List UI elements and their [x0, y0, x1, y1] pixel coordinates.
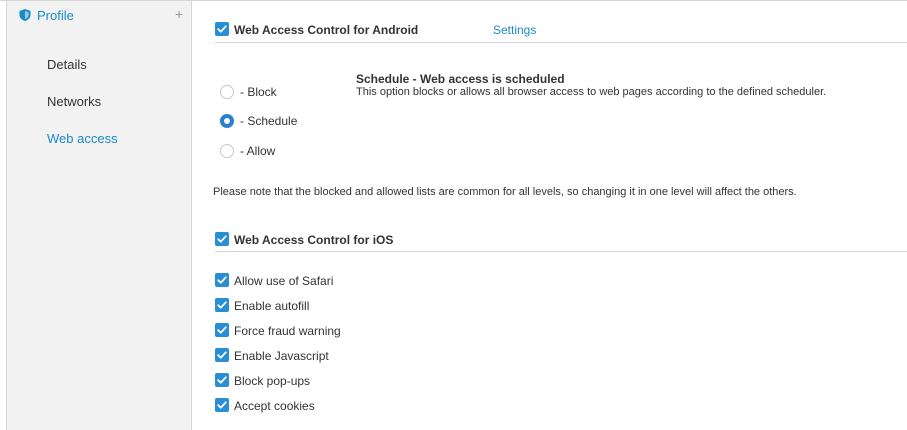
- sidebar-item-web-access[interactable]: Web access: [47, 131, 118, 146]
- allow-radio[interactable]: [220, 144, 234, 158]
- check-icon: [217, 376, 227, 384]
- enable-autofill-label: Enable autofill: [234, 299, 310, 313]
- sidebar-title[interactable]: Profile: [37, 8, 74, 23]
- android-web-access-checkbox[interactable]: [215, 22, 229, 36]
- enable-javascript-label: Enable Javascript: [234, 349, 329, 363]
- block-popups-checkbox[interactable]: [215, 373, 229, 387]
- divider: [215, 251, 907, 252]
- schedule-description: This option blocks or allows all browser…: [356, 86, 827, 98]
- allow-safari-checkbox[interactable]: [215, 273, 229, 287]
- android-section-title: Web Access Control for Android: [234, 23, 419, 37]
- sidebar: Profile + Details Networks Web access: [7, 1, 192, 430]
- force-fraud-warning-checkbox[interactable]: [215, 323, 229, 337]
- check-icon: [217, 301, 227, 309]
- settings-link[interactable]: Settings: [493, 23, 536, 37]
- schedule-radio-label: - Schedule: [240, 114, 298, 128]
- allow-safari-label: Allow use of Safari: [234, 274, 334, 288]
- block-radio-label: - Block: [240, 85, 277, 99]
- shield-icon: [18, 8, 32, 22]
- sidebar-item-details[interactable]: Details: [47, 57, 87, 72]
- check-icon: [217, 25, 227, 33]
- divider: [215, 42, 907, 43]
- force-fraud-warning-label: Force fraud warning: [234, 324, 341, 338]
- sidebar-item-networks[interactable]: Networks: [47, 94, 101, 109]
- enable-javascript-checkbox[interactable]: [215, 348, 229, 362]
- ios-web-access-checkbox[interactable]: [215, 232, 229, 246]
- check-icon: [217, 351, 227, 359]
- block-popups-label: Block pop-ups: [234, 374, 311, 388]
- check-icon: [217, 326, 227, 334]
- check-icon: [217, 401, 227, 409]
- enable-autofill-checkbox[interactable]: [215, 298, 229, 312]
- schedule-radio[interactable]: [220, 114, 234, 128]
- web-access-panel: Profile + Details Networks Web access We…: [0, 0, 907, 430]
- sidebar-header: Profile +: [7, 1, 192, 27]
- shared-lists-note: Please note that the blocked and allowed…: [213, 186, 797, 198]
- main-content: Web Access Control for Android Settings …: [193, 1, 907, 430]
- allow-radio-label: - Allow: [240, 144, 276, 158]
- add-profile-button[interactable]: +: [175, 6, 183, 22]
- accept-cookies-checkbox[interactable]: [215, 398, 229, 412]
- schedule-title: Schedule - Web access is scheduled: [356, 72, 565, 86]
- check-icon: [217, 276, 227, 284]
- block-radio[interactable]: [220, 85, 234, 99]
- check-icon: [217, 235, 227, 243]
- accept-cookies-label: Accept cookies: [234, 399, 315, 413]
- ios-section-title: Web Access Control for iOS: [234, 233, 394, 247]
